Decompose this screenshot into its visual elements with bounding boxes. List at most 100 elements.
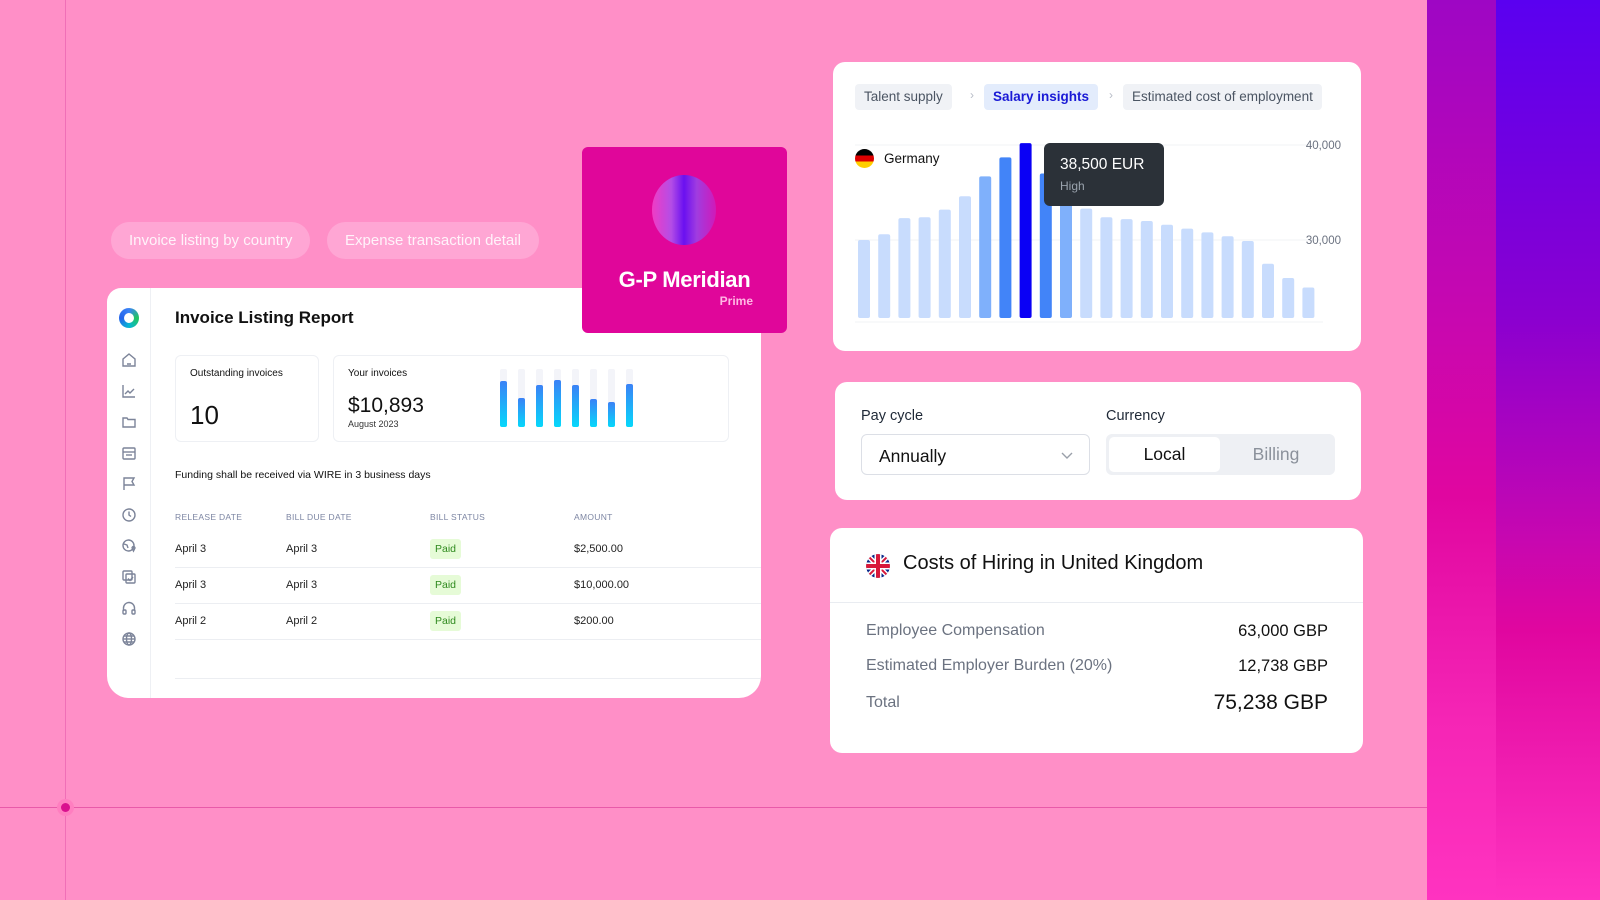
app-logo-icon[interactable] bbox=[119, 308, 139, 328]
header-bill-due-date[interactable]: BILL DUE DATE bbox=[286, 512, 352, 522]
cost-value: 63,000 GBP bbox=[1238, 622, 1328, 640]
bill-due-date: April 2 bbox=[286, 615, 318, 627]
globe-icon[interactable] bbox=[120, 630, 138, 648]
breadcrumb-talent-supply[interactable]: Talent supply bbox=[855, 84, 952, 110]
bill-due-date: April 3 bbox=[286, 543, 318, 555]
header-amount[interactable]: AMOUNT bbox=[574, 512, 613, 522]
mini-chart-bar bbox=[572, 369, 579, 427]
uk-flag-icon bbox=[866, 554, 890, 578]
mini-chart-bar bbox=[608, 369, 615, 427]
your-invoices-amount: $10,893 bbox=[348, 394, 424, 417]
amount: $200.00 bbox=[574, 615, 614, 627]
salary-bar[interactable] bbox=[1100, 217, 1113, 318]
country-name: Germany bbox=[884, 151, 940, 166]
y-tick-label: 40,000 bbox=[1306, 140, 1341, 152]
globe-pin-icon[interactable] bbox=[120, 537, 138, 555]
status-badge: Paid bbox=[430, 539, 462, 559]
salary-bar[interactable] bbox=[1241, 240, 1254, 318]
pill-expense-transaction-detail[interactable]: Expense transaction detail bbox=[327, 222, 539, 259]
mini-chart-bar bbox=[626, 369, 633, 427]
mini-chart-bar-fill bbox=[590, 399, 597, 427]
salary-bar[interactable] bbox=[1221, 236, 1234, 318]
table-row[interactable]: April 2 April 2 Paid $200.00 bbox=[175, 604, 761, 640]
status-badge: Paid bbox=[430, 575, 462, 595]
salary-bar[interactable] bbox=[1201, 232, 1214, 318]
header-bill-status[interactable]: BILL STATUS bbox=[430, 512, 485, 522]
mini-chart-bar bbox=[590, 369, 597, 427]
salary-bar[interactable] bbox=[1140, 221, 1153, 318]
currency-option-billing[interactable]: Billing bbox=[1220, 437, 1332, 472]
pay-cycle-select[interactable]: Annually bbox=[861, 434, 1090, 475]
mini-chart-bar-fill bbox=[536, 385, 543, 427]
headphones-icon[interactable] bbox=[120, 599, 138, 617]
table-row[interactable]: April 3 April 3 Paid $10,000.00 bbox=[175, 568, 761, 604]
salary-bar[interactable] bbox=[858, 240, 870, 318]
breadcrumb-separator-icon: › bbox=[1109, 88, 1113, 102]
mini-chart-bar-fill bbox=[572, 385, 579, 427]
chart-line-icon[interactable] bbox=[120, 382, 138, 400]
salary-bar[interactable] bbox=[1181, 228, 1194, 318]
amount: $2,500.00 bbox=[574, 543, 623, 555]
clock-icon[interactable] bbox=[120, 506, 138, 524]
salary-bar[interactable] bbox=[1120, 219, 1133, 318]
table-row[interactable]: April 3 April 3 Paid $2,500.00 bbox=[175, 532, 761, 568]
brand-orb-logo-icon bbox=[652, 175, 716, 245]
release-date: April 2 bbox=[175, 615, 207, 627]
salary-insights-card: 40,000 30,000 Talent supply › Salary insi… bbox=[833, 62, 1361, 351]
salary-bar[interactable] bbox=[1302, 287, 1315, 319]
salary-bar[interactable] bbox=[1161, 224, 1173, 318]
cost-label: Employee Compensation bbox=[866, 622, 1045, 639]
your-invoices-card: Your invoices $10,893 August 2023 bbox=[333, 355, 729, 442]
invoice-sidebar bbox=[107, 288, 151, 698]
pill-invoice-listing-by-country[interactable]: Invoice listing by country bbox=[111, 222, 311, 259]
mini-chart-bar bbox=[536, 369, 543, 427]
your-invoices-label: Your invoices bbox=[348, 368, 408, 379]
currency-option-local[interactable]: Local bbox=[1109, 437, 1220, 472]
cost-value: 12,738 GBP bbox=[1238, 657, 1328, 675]
salary-bar[interactable] bbox=[918, 217, 931, 318]
salary-bar[interactable] bbox=[1262, 263, 1274, 318]
salary-bar[interactable] bbox=[1060, 188, 1072, 318]
funding-note: Funding shall be received via WIRE in 3 … bbox=[175, 469, 431, 481]
mini-chart-bar bbox=[518, 369, 525, 427]
store-icon[interactable] bbox=[120, 444, 138, 462]
release-date: April 3 bbox=[175, 579, 207, 591]
header-release-date[interactable]: RELEASE DATE bbox=[175, 512, 242, 522]
salary-bar[interactable] bbox=[878, 234, 891, 318]
tooltip-label: High bbox=[1060, 179, 1085, 193]
salary-bar[interactable] bbox=[1282, 278, 1295, 318]
cost-total-label: Total bbox=[866, 694, 900, 711]
salary-bar[interactable] bbox=[938, 209, 951, 318]
status-badge: Paid bbox=[430, 611, 462, 631]
mini-chart-bar-fill bbox=[518, 398, 525, 427]
mini-chart-bar bbox=[554, 369, 561, 427]
salary-bar[interactable] bbox=[1080, 208, 1093, 318]
chevron-down-icon bbox=[1061, 452, 1073, 459]
salary-bar[interactable] bbox=[979, 176, 992, 318]
invoice-listing-card: Invoice Listing Report Outstanding invoi… bbox=[107, 288, 761, 698]
mini-chart-bar-fill bbox=[500, 381, 507, 427]
salary-bar[interactable] bbox=[898, 218, 911, 318]
salary-bar[interactable] bbox=[959, 196, 971, 318]
folder-icon[interactable] bbox=[120, 413, 138, 431]
cost-label: Estimated Employer Burden (20%) bbox=[866, 657, 1113, 674]
copy-check-icon[interactable] bbox=[120, 568, 138, 586]
home-icon[interactable] bbox=[120, 351, 138, 369]
hiring-costs-card: Costs of Hiring in United Kingdom Employ… bbox=[830, 528, 1363, 753]
salary-bar-highlighted[interactable] bbox=[1019, 143, 1032, 318]
mini-chart-bar bbox=[500, 369, 507, 427]
gradient-stripe-left bbox=[1427, 0, 1497, 900]
breadcrumb-salary-insights[interactable]: Salary insights bbox=[984, 84, 1099, 110]
guide-dot bbox=[61, 803, 70, 812]
brand-tier: Prime bbox=[719, 294, 753, 308]
breadcrumb-estimated-cost[interactable]: Estimated cost of employment bbox=[1123, 84, 1322, 110]
hiring-costs-title: Costs of Hiring in United Kingdom bbox=[903, 552, 1204, 574]
germany-flag-icon bbox=[855, 149, 874, 168]
outstanding-invoices-card: Outstanding invoices 10 bbox=[175, 355, 319, 442]
currency-label: Currency bbox=[1106, 408, 1165, 424]
bill-due-date: April 3 bbox=[286, 579, 318, 591]
salary-bar[interactable] bbox=[999, 157, 1012, 318]
flag-icon[interactable] bbox=[120, 475, 138, 493]
pay-cycle-label: Pay cycle bbox=[861, 408, 924, 424]
brand-name: G-P Meridian bbox=[618, 267, 751, 292]
